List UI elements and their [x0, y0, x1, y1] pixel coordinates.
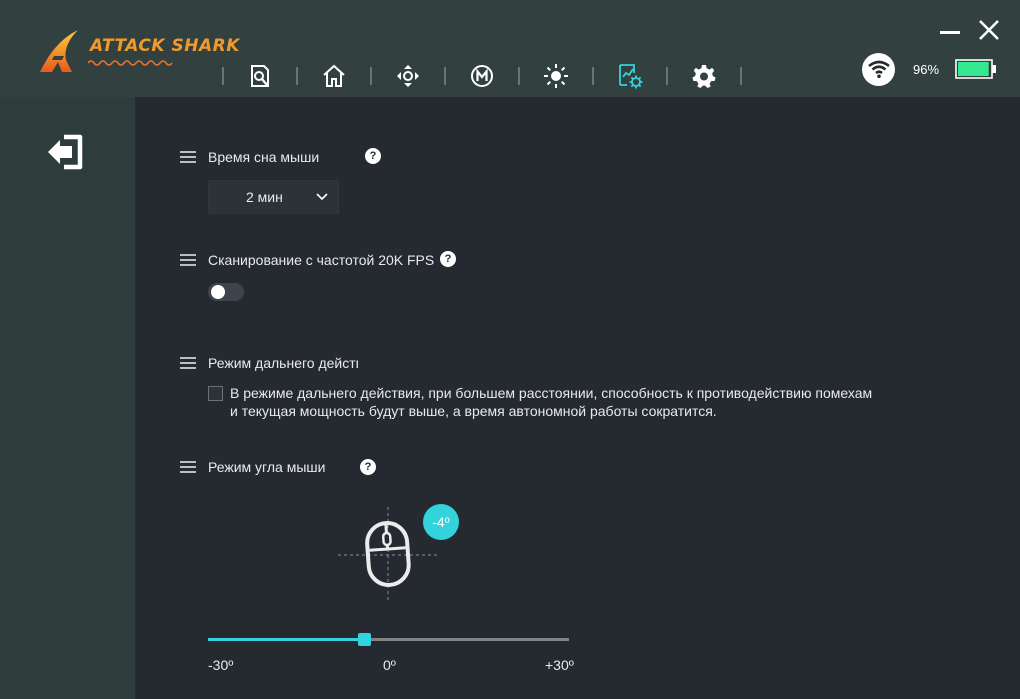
brand-name: ATTACK SHARK — [90, 36, 240, 56]
list-icon — [180, 461, 196, 473]
slider-max-label: +30º — [545, 657, 574, 673]
toggle-knob — [211, 285, 225, 299]
gear-icon — [692, 65, 716, 88]
logo-wave-icon — [88, 60, 173, 66]
long-range-checkbox[interactable] — [208, 386, 223, 401]
slider-thumb[interactable] — [357, 633, 371, 646]
list-icon — [180, 151, 196, 163]
list-icon — [180, 254, 196, 266]
sidebar — [0, 97, 135, 699]
wifi-icon — [862, 52, 895, 86]
minimize-button[interactable] — [937, 19, 963, 45]
nav-item-home[interactable] — [298, 59, 370, 93]
angle-value-badge: -4º — [423, 504, 459, 540]
description-line: и текущая мощность будут выше, а время а… — [230, 403, 717, 419]
back-button[interactable] — [46, 134, 86, 170]
sleep-time-value: 2 мин — [246, 189, 283, 205]
description-line: В режиме дальнего действия, при большем … — [230, 385, 873, 401]
help-icon[interactable]: ? — [360, 459, 376, 475]
magnifier-document-icon — [251, 65, 269, 87]
scan-rate-label: Сканирование с частотой 20K FPS — [208, 252, 435, 268]
attack-shark-logo: ATTACK SHARK — [38, 26, 240, 76]
nav-item-macro[interactable] — [446, 59, 518, 93]
device-status: 96% — [862, 52, 997, 86]
macro-m-icon — [471, 65, 493, 87]
list-icon — [180, 357, 196, 369]
home-icon — [323, 64, 345, 87]
help-icon[interactable]: ? — [440, 251, 456, 267]
sleep-time-label: Время сна мыши — [208, 149, 320, 165]
main-nav — [222, 59, 742, 93]
move-arrows-icon — [397, 65, 419, 87]
slider-fill — [208, 638, 365, 641]
long-range-label: Режим дальнего действия — [208, 355, 358, 371]
long-range-description: В режиме дальнего действия, при большем … — [230, 384, 930, 420]
mouse-angle-slider[interactable] — [208, 632, 569, 648]
chevron-down-icon — [316, 193, 328, 201]
nav-item-performance[interactable] — [594, 59, 666, 93]
nav-item-lighting[interactable] — [520, 59, 592, 93]
nav-item-info[interactable] — [224, 59, 296, 93]
nav-separator — [740, 67, 742, 85]
exit-arrow-icon — [48, 134, 83, 170]
slider-zero-label: 0º — [383, 657, 396, 673]
help-icon[interactable]: ? — [365, 148, 381, 164]
battery-icon — [955, 59, 997, 79]
sun-brightness-icon — [544, 64, 568, 88]
app-header: ATTACK SHARK 96% — [0, 0, 1020, 97]
close-icon — [979, 20, 999, 40]
mouse-angle-label: Режим угла мыши — [208, 459, 326, 475]
nav-item-settings[interactable] — [668, 59, 740, 93]
nav-item-buttons[interactable] — [372, 59, 444, 93]
minimize-icon — [940, 31, 960, 34]
battery-percentage: 96% — [913, 61, 940, 77]
close-button[interactable] — [976, 17, 1002, 43]
scan-rate-toggle[interactable] — [208, 283, 244, 301]
sleep-time-dropdown[interactable]: 2 мин — [208, 180, 339, 214]
shark-fin-logo-icon — [40, 30, 78, 72]
performance-settings-icon — [619, 64, 643, 89]
slider-min-label: -30º — [208, 657, 234, 673]
